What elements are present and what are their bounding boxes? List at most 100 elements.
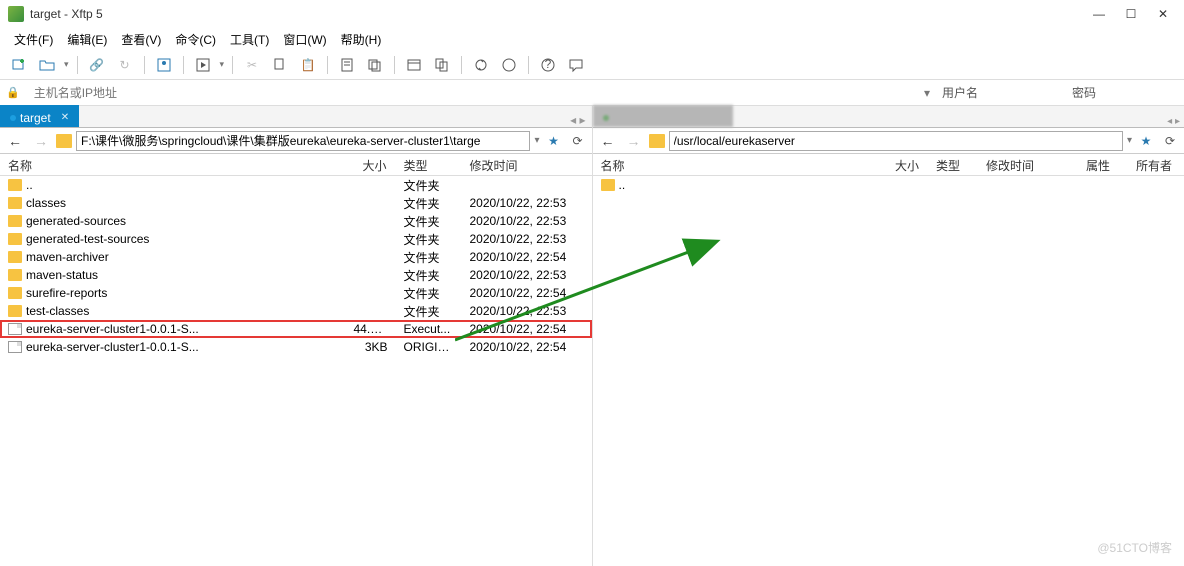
- folder-icon: [8, 251, 22, 263]
- tab-scroll-icons[interactable]: ◂ ▸: [1167, 116, 1184, 127]
- host-input[interactable]: [28, 82, 916, 104]
- col-owner[interactable]: 所有者: [1128, 154, 1184, 175]
- cell-type: 文件夹: [396, 195, 462, 212]
- tab-scroll-icons[interactable]: ◂ ▸: [564, 113, 591, 127]
- folder-icon: [8, 287, 22, 299]
- file-name: surefire-reports: [26, 286, 107, 300]
- paste-icon[interactable]: 📋: [297, 54, 319, 76]
- file-row[interactable]: generated-test-sources文件夹2020/10/22, 22:…: [0, 230, 592, 248]
- local-pane: target ✕ ◂ ▸ ← → ▾ ★ ⟳ 名称 大小 类型 修改时间 ..文…: [0, 106, 593, 566]
- remote-path-input[interactable]: [669, 131, 1123, 151]
- remote-tab[interactable]: [593, 105, 733, 127]
- col-name[interactable]: 名称: [593, 154, 881, 175]
- folder-icon: [56, 134, 72, 148]
- xshell-button[interactable]: [498, 54, 520, 76]
- menu-view[interactable]: 查看(V): [115, 29, 167, 50]
- titlebar: target - Xftp 5 — ☐ ✕: [0, 0, 1184, 28]
- new-folder-button[interactable]: [36, 54, 58, 76]
- folder-icon: [601, 179, 615, 191]
- cell-type: 文件夹: [396, 303, 462, 320]
- col-mtime[interactable]: 修改时间: [978, 154, 1078, 175]
- local-path-input[interactable]: [76, 131, 530, 151]
- dot-icon: [603, 115, 609, 121]
- file-row[interactable]: generated-sources文件夹2020/10/22, 22:53: [0, 212, 592, 230]
- file-icon: [8, 341, 22, 353]
- password-input[interactable]: [1108, 82, 1178, 104]
- menu-file[interactable]: 文件(F): [8, 29, 59, 50]
- file-name: test-classes: [26, 304, 89, 318]
- copy-button[interactable]: [269, 54, 291, 76]
- cell-mtime: 2020/10/22, 22:54: [462, 322, 592, 336]
- file-name: eureka-server-cluster1-0.0.1-S...: [26, 340, 199, 354]
- link-icon[interactable]: 🔗: [86, 54, 108, 76]
- username-input[interactable]: [990, 82, 1060, 104]
- browser-button[interactable]: [403, 54, 425, 76]
- minimize-button[interactable]: —: [1092, 7, 1106, 21]
- file-row[interactable]: test-classes文件夹2020/10/22, 22:53: [0, 302, 592, 320]
- menu-tools[interactable]: 工具(T): [224, 29, 275, 50]
- new-tab-button[interactable]: [8, 54, 30, 76]
- file-row[interactable]: surefire-reports文件夹2020/10/22, 22:54: [0, 284, 592, 302]
- cell-type: ORIGIN...: [396, 340, 462, 354]
- file-row[interactable]: classes文件夹2020/10/22, 22:53: [0, 194, 592, 212]
- menu-window[interactable]: 窗口(W): [277, 29, 332, 50]
- file-row[interactable]: maven-archiver文件夹2020/10/22, 22:54: [0, 248, 592, 266]
- cell-mtime: 2020/10/22, 22:54: [462, 340, 592, 354]
- cell-type: 文件夹: [396, 249, 462, 266]
- col-size[interactable]: 大小: [346, 154, 396, 175]
- file-name: ..: [26, 178, 33, 192]
- forward-button[interactable]: →: [30, 130, 52, 152]
- file-row[interactable]: maven-status文件夹2020/10/22, 22:53: [0, 266, 592, 284]
- forward-button[interactable]: →: [623, 130, 645, 152]
- remote-header[interactable]: 名称 大小 类型 修改时间 属性 所有者: [593, 154, 1184, 176]
- menu-cmd[interactable]: 命令(C): [169, 29, 222, 50]
- files-button[interactable]: [431, 54, 453, 76]
- address-book-button[interactable]: [153, 54, 175, 76]
- file-row[interactable]: eureka-server-cluster1-0.0.1-S...3KBORIG…: [0, 338, 592, 356]
- cut-icon[interactable]: ✂: [241, 54, 263, 76]
- path-star-button[interactable]: ★: [544, 131, 564, 151]
- file-name: generated-test-sources: [26, 232, 149, 246]
- play-button[interactable]: [192, 54, 214, 76]
- remote-file-list[interactable]: ..: [593, 176, 1184, 566]
- close-tab-icon[interactable]: ✕: [61, 112, 69, 123]
- watermark: @51CTO博客: [1097, 539, 1172, 556]
- cell-type: Execut...: [396, 322, 462, 336]
- properties-button[interactable]: [336, 54, 358, 76]
- path-refresh-button[interactable]: ⟳: [1160, 131, 1180, 151]
- toolbar: ▾ 🔗 ↻ ▾ ✂ 📋 ?: [0, 50, 1184, 80]
- copy2-button[interactable]: [364, 54, 386, 76]
- file-row[interactable]: eureka-server-cluster1-0.0.1-S...44.20..…: [0, 320, 592, 338]
- cell-size: 44.20..: [346, 322, 396, 336]
- reconnect-icon[interactable]: ↻: [114, 54, 136, 76]
- path-refresh-button[interactable]: ⟳: [568, 131, 588, 151]
- file-row[interactable]: .. 文件夹: [0, 176, 592, 194]
- local-header[interactable]: 名称 大小 类型 修改时间: [0, 154, 592, 176]
- cell-type: 文件夹: [396, 267, 462, 284]
- local-tab[interactable]: target ✕: [0, 105, 79, 127]
- back-button[interactable]: ←: [597, 130, 619, 152]
- local-tab-label: target: [20, 111, 51, 125]
- cell-type: 文件夹: [396, 177, 462, 194]
- close-button[interactable]: ✕: [1156, 7, 1170, 21]
- back-button[interactable]: ←: [4, 130, 26, 152]
- help-button[interactable]: ?: [537, 54, 559, 76]
- col-type[interactable]: 类型: [928, 154, 978, 175]
- col-type[interactable]: 类型: [396, 154, 462, 175]
- col-attr[interactable]: 属性: [1078, 154, 1128, 175]
- sync-button[interactable]: [470, 54, 492, 76]
- maximize-button[interactable]: ☐: [1124, 7, 1138, 21]
- col-mtime[interactable]: 修改时间: [462, 154, 592, 175]
- col-size[interactable]: 大小: [880, 154, 928, 175]
- menu-help[interactable]: 帮助(H): [335, 29, 388, 50]
- remote-pane: ◂ ▸ ← → ▾ ★ ⟳ 名称 大小 类型 修改时间 属性 所有者 ..: [593, 106, 1184, 566]
- col-name[interactable]: 名称: [0, 154, 346, 175]
- lock-icon: 🔒: [6, 86, 20, 99]
- cell-type: 文件夹: [396, 231, 462, 248]
- local-file-list[interactable]: ..文件夹classes文件夹2020/10/22, 22:53generate…: [0, 176, 592, 566]
- file-row[interactable]: ..: [593, 176, 1184, 194]
- path-star-button[interactable]: ★: [1136, 131, 1156, 151]
- comment-button[interactable]: [565, 54, 587, 76]
- address-bar: 🔒 ▾ 用户名 密码: [0, 80, 1184, 106]
- menu-edit[interactable]: 编辑(E): [61, 29, 113, 50]
